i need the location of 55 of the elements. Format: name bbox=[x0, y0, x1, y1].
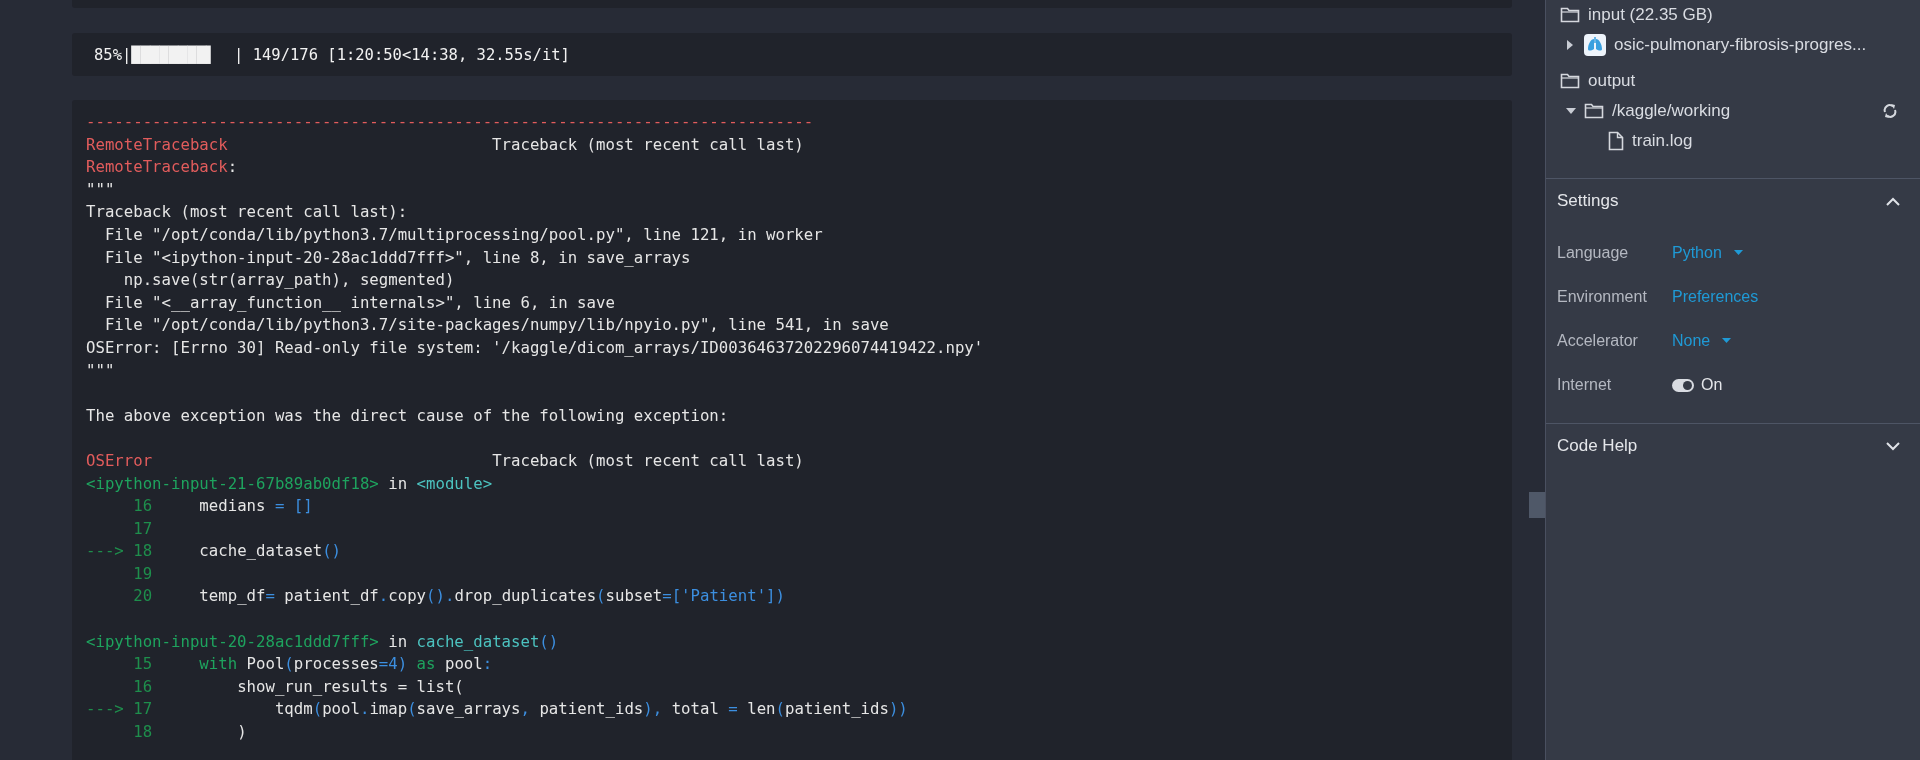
folder-icon bbox=[1560, 7, 1580, 23]
code-line: File "<ipython-input-20-28ac1ddd7fff>", line 8, in save_arrays bbox=[103, 246, 692, 269]
code-line: 18 ) bbox=[132, 721, 248, 744]
sync-icon[interactable] bbox=[1882, 103, 1898, 119]
code-line: <ipython-input-20-28ac1ddd7fff> in cache_dataset() bbox=[86, 630, 560, 653]
setting-label: Environment bbox=[1557, 288, 1648, 306]
code-line: """ bbox=[86, 178, 116, 201]
caret-down-icon bbox=[1733, 250, 1743, 256]
code-line: File "/opt/conda/lib/python3.7/site-packages/numpy/lib/npyio.py", line 541, in save bbox=[103, 314, 890, 337]
folder-icon bbox=[1584, 103, 1604, 119]
dropdown[interactable]: Python bbox=[1672, 244, 1743, 262]
code-line: The above exception was the direct cause of the following exception: bbox=[86, 404, 730, 427]
code-line: File "/opt/conda/lib/python3.7/multiprocessing/pool.py", line 121, in worker bbox=[103, 223, 824, 246]
chevron-up-icon[interactable] bbox=[1886, 196, 1900, 206]
code-line: <ipython-input-21-67b89ab0df18> in <module> bbox=[86, 472, 494, 495]
code-line: RemoteTraceback: bbox=[86, 156, 239, 179]
caret-down-icon bbox=[1722, 338, 1732, 344]
preferences-link[interactable]: Preferences bbox=[1672, 288, 1759, 306]
lungs-icon bbox=[1584, 34, 1606, 56]
tree-item-label[interactable]: input (22.35 GB) bbox=[1588, 5, 1713, 25]
setting-label: Language bbox=[1557, 244, 1630, 262]
setting-label: Internet bbox=[1557, 376, 1613, 394]
tree-item-label[interactable]: train.log bbox=[1632, 131, 1693, 151]
setting-label: Accelerator bbox=[1557, 332, 1639, 350]
file-icon bbox=[1608, 131, 1624, 151]
scrollbar-thumb[interactable] bbox=[1529, 492, 1545, 518]
code-line: 16 medians = [] bbox=[132, 495, 314, 518]
toggle-label: On bbox=[1701, 376, 1723, 394]
code-line: OSError Traceback (most recent call last) bbox=[86, 449, 805, 472]
tree-item-label[interactable]: /kaggle/working bbox=[1612, 101, 1731, 121]
code-line: ---> 18 cache_dataset() bbox=[86, 540, 343, 563]
folder-icon bbox=[1560, 73, 1580, 89]
code-line: ---> 17 tqdm(pool.imap(save_arrays, patient_ids), total = len(patient_ids)) bbox=[86, 698, 909, 721]
code-line: 17 bbox=[132, 517, 154, 540]
section-title: Settings bbox=[1557, 191, 1619, 211]
tree-item-label[interactable]: output bbox=[1588, 71, 1636, 91]
code-line: """ bbox=[86, 359, 116, 382]
code-line: 19 bbox=[132, 562, 154, 585]
code-line: 15 with Pool(processes=4) as pool: bbox=[132, 653, 494, 676]
code-line: np.save(str(array_path), segmented) bbox=[122, 269, 456, 292]
caret-right-icon[interactable] bbox=[1566, 40, 1574, 50]
code-line: OSError: [Errno 30] Read-only file system: '/kaggle/dicom_arrays/ID00364637202296074419422.npy' bbox=[86, 336, 985, 359]
code-line: RemoteTraceback Traceback (most recent call last) bbox=[86, 133, 805, 156]
code-line: ----------------------------------------------------------------------------- bbox=[86, 111, 815, 133]
dropdown[interactable]: None bbox=[1672, 332, 1732, 350]
tree-item-label[interactable]: osic-pulmonary-fibrosis-progres... bbox=[1614, 35, 1867, 55]
code-line: 20 temp_df= patient_df.copy().drop_duplicates(subset=['Patient']) bbox=[132, 585, 786, 608]
chevron-down-icon[interactable] bbox=[1886, 441, 1900, 451]
section-title: Code Help bbox=[1557, 436, 1638, 456]
code-line: Traceback (most recent call last): bbox=[86, 201, 409, 224]
progress-text: 85%|████████▌ | 149/176 [1:20:50<14:38, 32.55s/it] bbox=[94, 45, 570, 64]
code-line: 16 show_run_results = list( bbox=[132, 675, 465, 698]
caret-down-icon[interactable] bbox=[1566, 107, 1576, 115]
code-line: File "<__array_function__ internals>", line 6, in save bbox=[103, 291, 616, 314]
toggle-switch[interactable] bbox=[1672, 378, 1694, 392]
